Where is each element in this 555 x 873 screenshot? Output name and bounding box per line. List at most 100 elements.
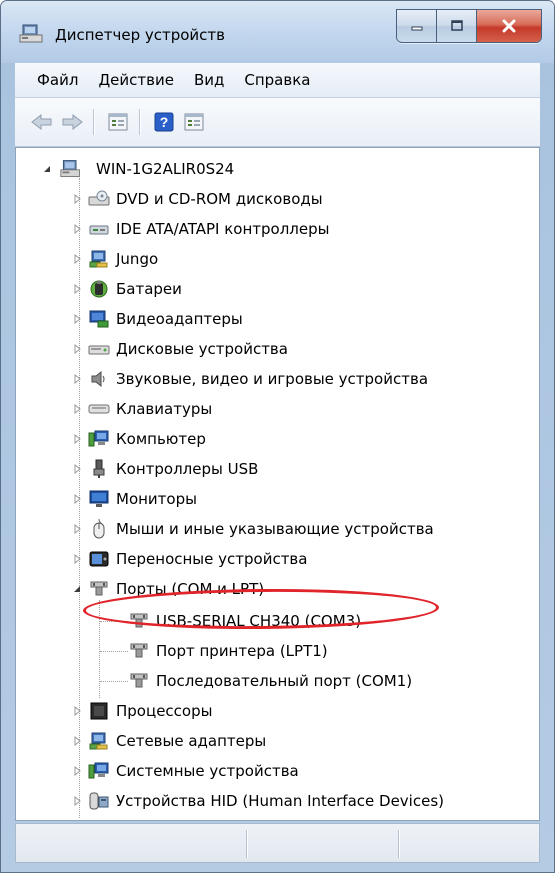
category-label: Мониторы [116, 490, 197, 508]
tree-device-serial-port[interactable]: Последовательный порт (COM1) [128, 668, 412, 694]
category-label: Сетевые адаптеры [116, 732, 267, 750]
expand-arrow-icon[interactable] [72, 284, 82, 294]
disk-drive-icon [88, 339, 110, 359]
category-label: Клавиатуры [116, 400, 213, 418]
device-manager-window: Диспетчер устройств Файл Действие Вид Сп… [0, 0, 555, 873]
expand-arrow-icon[interactable] [72, 554, 82, 564]
category-label: Jungo [116, 250, 159, 268]
tree-category-computer[interactable]: Компьютер [72, 426, 206, 452]
tree-category-portable[interactable]: Переносные устройства [72, 546, 307, 572]
status-separator [246, 830, 248, 858]
tree-category-mice[interactable]: Мыши и иные указывающие устройства [72, 516, 434, 542]
category-label: Устройства HID (Human Interface Devices) [116, 792, 444, 810]
expand-arrow-icon[interactable] [72, 434, 82, 444]
portable-device-icon [88, 549, 110, 569]
help-button[interactable]: ? [151, 109, 177, 135]
keyboard-icon [88, 399, 110, 419]
expand-arrow-icon[interactable] [72, 404, 82, 414]
expand-arrow-icon[interactable] [72, 736, 82, 746]
window-title: Диспетчер устройств [55, 26, 226, 44]
minimize-icon [411, 26, 422, 31]
expand-arrow-icon[interactable] [72, 464, 82, 474]
menu-view[interactable]: Вид [184, 71, 234, 89]
expand-arrow-icon[interactable] [72, 494, 82, 504]
category-label: Звуковые, видео и игровые устройства [116, 370, 429, 388]
close-button[interactable] [477, 10, 541, 42]
tree-category-display-adapters[interactable]: Видеоадаптеры [72, 306, 243, 332]
mouse-icon [88, 518, 110, 539]
category-label: Мыши и иные указывающие устройства [116, 520, 434, 538]
ide-controller-icon [88, 219, 110, 239]
forward-button[interactable] [59, 109, 85, 135]
tree-connector [100, 651, 128, 652]
category-label: Контроллеры USB [116, 460, 259, 478]
category-label: Батареи [116, 280, 182, 298]
category-label: Видеоадаптеры [116, 310, 243, 328]
device-label: USB-SERIAL CH340 (COM3) [156, 612, 362, 630]
sound-icon [88, 369, 110, 389]
category-label: Переносные устройства [116, 550, 308, 568]
device-label: Порт принтера (LPT1) [156, 642, 328, 660]
expand-arrow-icon[interactable] [72, 224, 82, 234]
help-icon: ? [154, 112, 174, 132]
tree-category-processors[interactable]: Процессоры [72, 698, 212, 724]
tree-category-network[interactable]: Сетевые адаптеры [72, 728, 266, 754]
battery-icon [88, 279, 110, 299]
tree-connector [99, 600, 100, 698]
update-driver-button[interactable] [181, 109, 207, 135]
root-label: WIN-1G2ALIR0S24 [96, 160, 235, 178]
menu-action[interactable]: Действие [88, 71, 184, 89]
tree-connector [100, 621, 128, 622]
maximize-button[interactable] [437, 10, 477, 42]
expand-arrow-icon[interactable] [72, 524, 82, 534]
title-bar[interactable]: Диспетчер устройств [1, 1, 554, 63]
device-tree[interactable]: WIN-1G2ALIR0S24 DVD и CD-ROM дисководы I… [15, 147, 540, 821]
tree-category-ports[interactable]: Порты (COM и LPT) [72, 576, 264, 602]
tree-device-printer-port[interactable]: Порт принтера (LPT1) [128, 638, 328, 664]
expand-arrow-icon[interactable] [72, 344, 82, 354]
tree-category-disk-drives[interactable]: Дисковые устройства [72, 336, 288, 362]
expand-arrow-icon[interactable] [72, 766, 82, 776]
expand-arrow-icon[interactable] [72, 706, 82, 716]
tree-category-dvd[interactable]: DVD и CD-ROM дисководы [72, 186, 323, 212]
tree-category-batteries[interactable]: Батареи [72, 276, 182, 302]
menu-help[interactable]: Справка [234, 71, 320, 89]
maximize-icon [450, 20, 463, 31]
forward-icon [62, 113, 83, 131]
computer-icon [88, 429, 110, 449]
back-button[interactable] [29, 109, 55, 135]
tree-category-sound[interactable]: Звуковые, видео и игровые устройства [72, 366, 428, 392]
port-icon [128, 611, 150, 631]
expand-arrow-icon[interactable] [72, 314, 82, 324]
tree-category-keyboards[interactable]: Клавиатуры [72, 396, 212, 422]
category-label: Порты (COM и LPT) [116, 580, 265, 598]
tree-device-usb-serial[interactable]: USB-SERIAL CH340 (COM3) [128, 608, 361, 634]
monitor-icon [88, 489, 110, 509]
tree-root[interactable]: WIN-1G2ALIR0S24 [42, 156, 234, 182]
minimize-button[interactable] [397, 10, 437, 42]
expand-arrow-icon[interactable] [72, 254, 82, 264]
expand-arrow-icon[interactable] [72, 374, 82, 384]
expand-arrow-icon[interactable] [72, 796, 82, 806]
window-controls [396, 9, 542, 43]
svg-text:?: ? [160, 114, 169, 130]
status-bar [15, 823, 540, 863]
update-driver-icon [184, 113, 204, 131]
expand-arrow-icon[interactable] [72, 194, 82, 204]
tree-category-monitors[interactable]: Мониторы [72, 486, 197, 512]
menu-file[interactable]: Файл [15, 71, 88, 89]
tree-category-system[interactable]: Системные устройства [72, 758, 299, 784]
tree-category-ide[interactable]: IDE ATA/ATAPI контроллеры [72, 216, 329, 242]
category-label: Дисковые устройства [116, 340, 288, 358]
collapse-arrow-icon[interactable] [72, 584, 82, 594]
collapse-arrow-icon[interactable] [42, 164, 52, 174]
jungo-icon [88, 249, 110, 269]
category-label: IDE ATA/ATAPI контроллеры [116, 220, 330, 238]
tree-category-hid[interactable]: Устройства HID (Human Interface Devices) [72, 788, 444, 814]
tree-category-usb[interactable]: Контроллеры USB [72, 456, 258, 482]
tree-category-jungo[interactable]: Jungo [72, 246, 158, 272]
port-icon [128, 641, 150, 661]
properties-button[interactable] [105, 109, 131, 135]
toolbar: ? [15, 98, 540, 147]
status-separator [398, 830, 400, 858]
